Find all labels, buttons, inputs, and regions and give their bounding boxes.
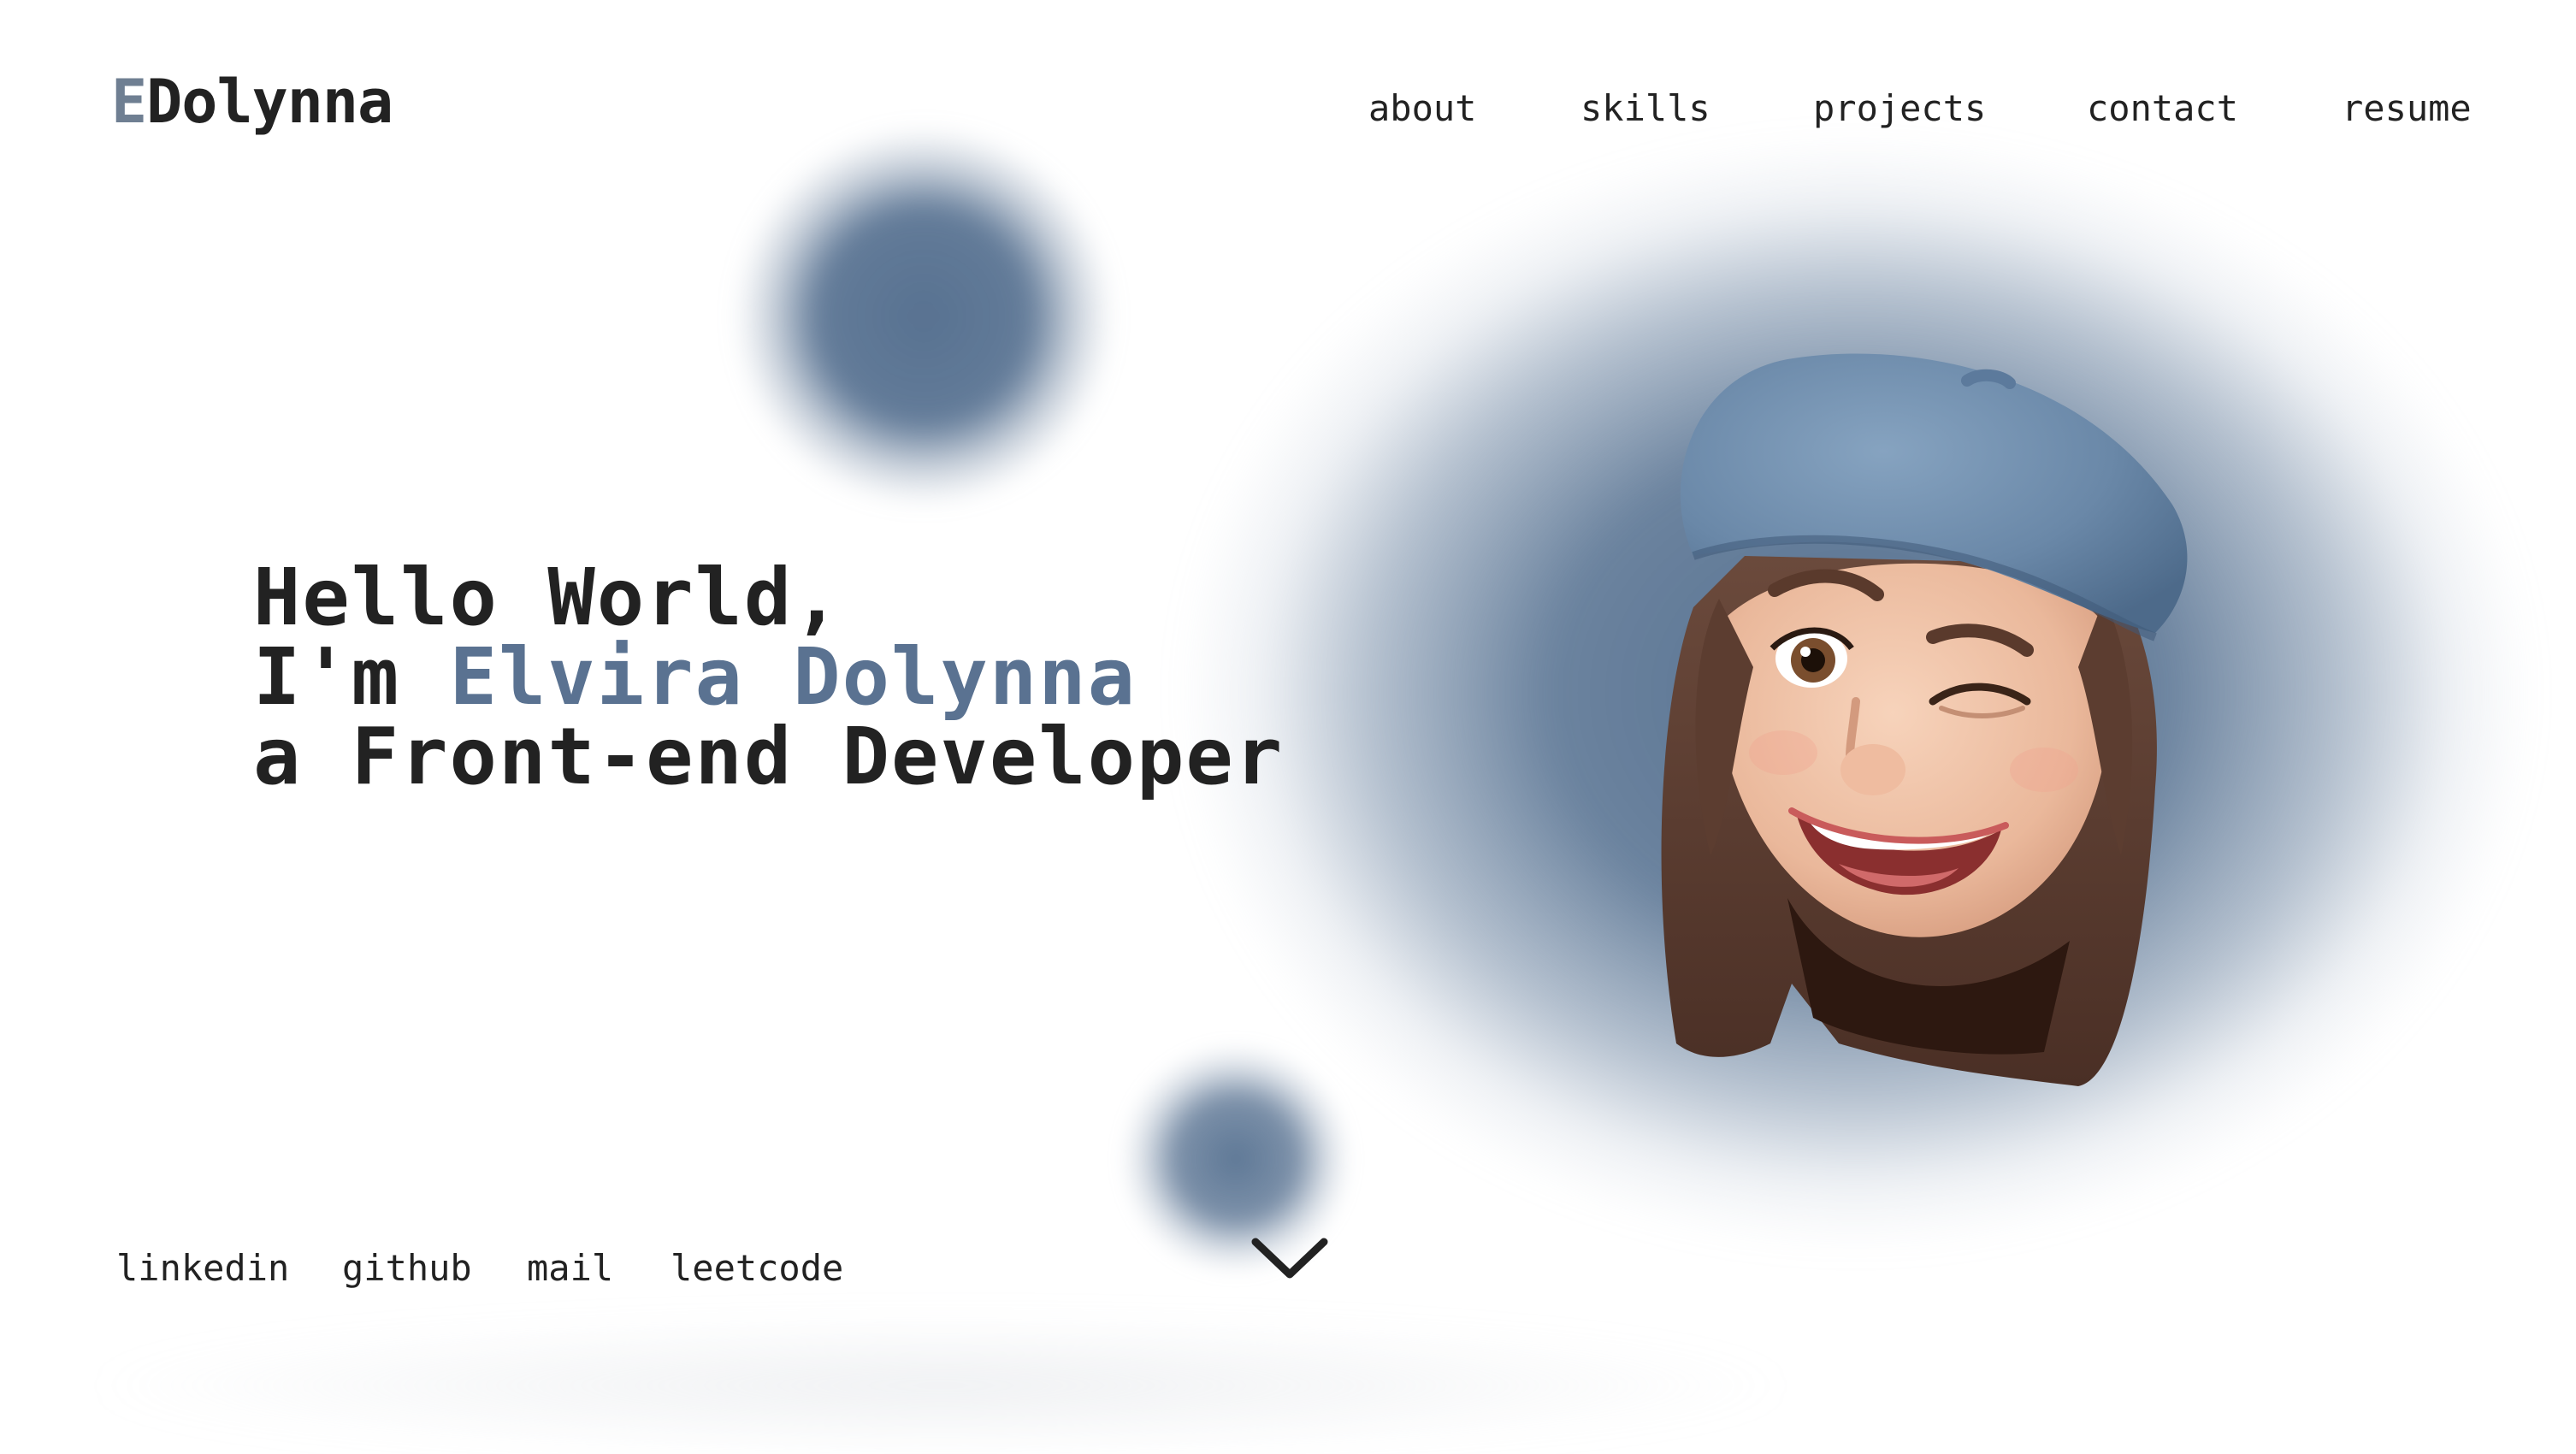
background-blob-floor: [86, 1317, 1796, 1454]
site-logo[interactable]: EDolynna: [111, 72, 393, 132]
hero-line-role: a Front-end Developer: [253, 711, 1285, 802]
logo-initial: E: [111, 67, 147, 137]
hero-line-greeting: Hello World,: [253, 552, 842, 643]
avatar-memoji: [1661, 353, 2188, 1086]
hero-line-intro: I'm Elvira Dolynna: [253, 637, 1284, 717]
nav-link-skills[interactable]: skills: [1580, 91, 1710, 127]
nav-link-resume[interactable]: resume: [2342, 91, 2472, 127]
chevron-down-icon: [1251, 1238, 1328, 1279]
scroll-down-button[interactable]: [1249, 1232, 1331, 1283]
background-blob-top: [736, 128, 1112, 505]
hero-intro-prefix: I'm: [253, 631, 450, 723]
social-link-github[interactable]: github: [342, 1250, 472, 1286]
hero-name: Elvira Dolynna: [449, 631, 1137, 723]
social-link-linkedin[interactable]: linkedin: [116, 1250, 289, 1286]
nav-link-about[interactable]: about: [1368, 91, 1476, 127]
social-link-leetcode[interactable]: leetcode: [671, 1250, 843, 1286]
nav-link-contact[interactable]: contact: [2087, 91, 2238, 127]
nav-link-projects[interactable]: projects: [1813, 91, 1986, 127]
social-link-mail[interactable]: mail: [527, 1250, 613, 1286]
hero-heading: Hello World, I'm Elvira Dolynna a Front-…: [253, 558, 1284, 796]
logo-name: Dolynna: [146, 67, 393, 137]
